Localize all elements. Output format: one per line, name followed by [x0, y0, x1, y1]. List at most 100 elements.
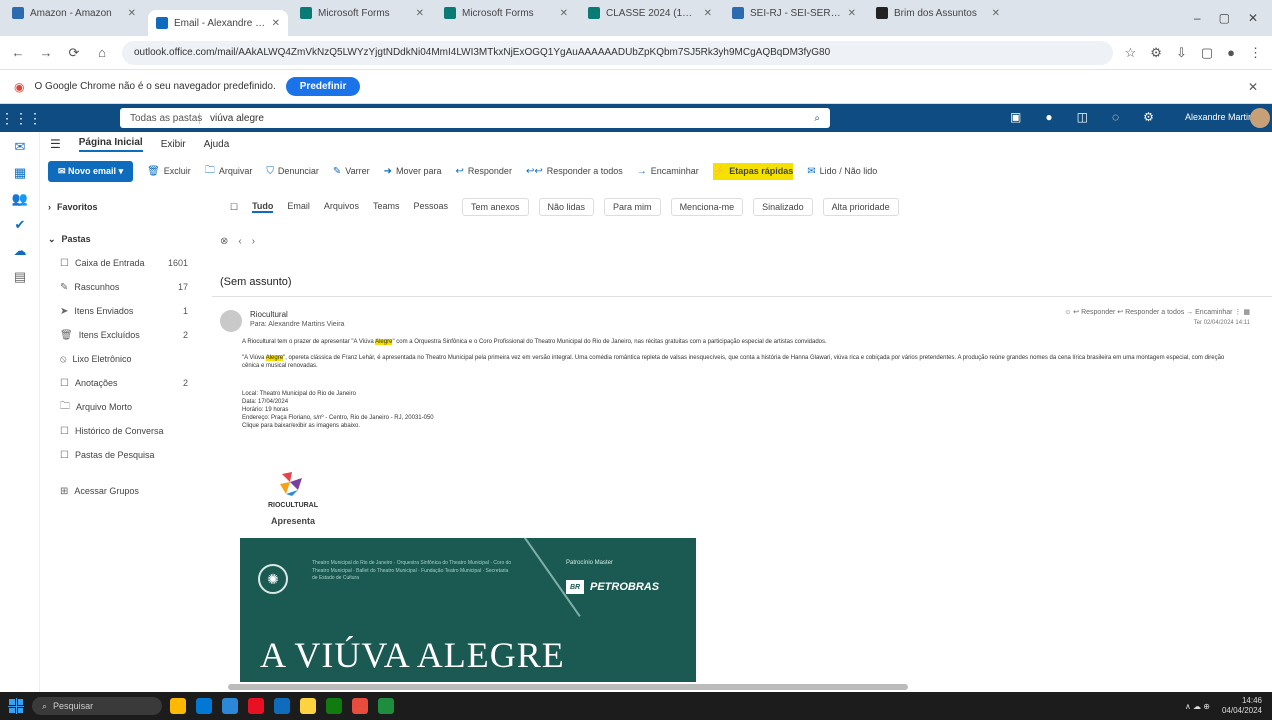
- toolbar-button[interactable]: ✉ Lido / Não lido: [807, 163, 877, 180]
- maximize-button[interactable]: ▢: [1219, 11, 1230, 25]
- close-window-button[interactable]: ✕: [1248, 11, 1258, 25]
- menu-icon[interactable]: ⋮: [1249, 45, 1262, 61]
- event-banner[interactable]: ✺ Theatro Municipal do Rio de Janeiro · …: [240, 538, 696, 682]
- todo-icon[interactable]: ✔: [0, 212, 40, 238]
- menu-hamburger-icon[interactable]: ☰: [50, 137, 61, 151]
- taskbar-search[interactable]: ⌕ Pesquisar: [32, 697, 162, 715]
- search-input[interactable]: viúva alegre: [200, 113, 814, 124]
- folder-item[interactable]: ☐ Anotações 2: [48, 371, 208, 395]
- url-field[interactable]: outlook.office.com/mail/AAkALWQ4ZmVkNzQ5…: [122, 40, 1113, 65]
- tab-close-icon[interactable]: ✕: [272, 18, 280, 29]
- new-mail-button[interactable]: ✉ Novo email ▾: [48, 160, 134, 182]
- folder-item[interactable]: ✎ Rascunhos 17: [48, 275, 208, 299]
- people-icon[interactable]: 👥: [0, 186, 40, 212]
- toolbar-button[interactable]: → Encaminhar: [637, 163, 699, 180]
- tab-close-icon[interactable]: ✕: [704, 8, 712, 19]
- notifications-icon[interactable]: ◌: [1112, 110, 1119, 124]
- clock[interactable]: 14:46 04/04/2024: [1222, 696, 1262, 715]
- taskbar-app-icon[interactable]: [352, 698, 368, 714]
- message-actions[interactable]: ☺ ↩ Responder ↩ Responder a todos → Enca…: [1064, 308, 1250, 316]
- favorites-header[interactable]: › Favoritos: [48, 195, 208, 219]
- close-search-icon[interactable]: ⊗: [220, 236, 228, 247]
- more-apps-icon[interactable]: ▤: [0, 264, 40, 290]
- taskbar-app-icon[interactable]: [248, 698, 264, 714]
- folders-header[interactable]: ⌄ Pastas: [48, 227, 208, 251]
- toolbar-button[interactable]: ⛉ Denunciar: [266, 163, 319, 180]
- taskbar-app-icon[interactable]: [222, 698, 238, 714]
- taskbar-app-icon[interactable]: [274, 698, 290, 714]
- tab-close-icon[interactable]: ✕: [848, 8, 856, 19]
- teams-icon[interactable]: ●: [1045, 110, 1052, 124]
- folder-item[interactable]: ☐ Histórico de Conversa: [48, 419, 208, 443]
- toolbar-button[interactable]: ✎ Varrer: [333, 163, 370, 180]
- folder-item[interactable]: ☐ Pastas de Pesquisa: [48, 443, 208, 467]
- browser-tab[interactable]: Microsoft Forms ✕: [436, 0, 576, 26]
- search-tab[interactable]: Email: [287, 201, 310, 213]
- toolbar-button[interactable]: ↩↩ Responder a todos: [526, 163, 623, 180]
- filter-chip[interactable]: Para mim: [604, 198, 661, 216]
- tab-home[interactable]: Página Inicial: [78, 137, 143, 152]
- search-tab[interactable]: Arquivos: [324, 201, 359, 213]
- star-icon[interactable]: ☆: [1125, 45, 1137, 61]
- toolbar-button[interactable]: ➜ Mover para: [384, 163, 442, 180]
- search-icon[interactable]: ⌕: [814, 113, 830, 124]
- folder-item[interactable]: 🗑 Itens Excluídos 2: [48, 323, 208, 347]
- tray-icons[interactable]: ∧ ☁ ⊕: [1185, 702, 1210, 711]
- select-all-checkbox[interactable]: ☐: [230, 202, 238, 213]
- mail-icon[interactable]: ✉: [0, 134, 40, 160]
- taskbar-app-icon[interactable]: [378, 698, 394, 714]
- reload-icon[interactable]: ⟳: [66, 45, 82, 61]
- next-icon[interactable]: ›: [252, 236, 255, 247]
- taskbar-app-icon[interactable]: [170, 698, 186, 714]
- search-tab[interactable]: Tudo: [252, 201, 274, 213]
- browser-tab[interactable]: SEI-RJ - SEI-SERP NOTAFISC... ✕: [724, 0, 864, 26]
- home-icon[interactable]: ⌂: [94, 45, 110, 60]
- set-default-button[interactable]: Predefinir: [285, 77, 361, 96]
- search-tab[interactable]: Pessoas: [413, 201, 448, 213]
- toolbar-button[interactable]: ↩ Responder: [456, 163, 512, 180]
- tab-help[interactable]: Ajuda: [204, 139, 230, 150]
- taskbar-app-icon[interactable]: [300, 698, 316, 714]
- folder-item[interactable]: 🗀 Arquivo Morto: [48, 395, 208, 419]
- avatar[interactable]: [1250, 108, 1270, 128]
- browser-tab[interactable]: Email - Alexandre Martins V... ✕: [148, 10, 288, 36]
- toolbar-button[interactable]: 🗑 Excluir: [147, 163, 191, 180]
- taskbar-app-icon[interactable]: [326, 698, 342, 714]
- settings-icon[interactable]: ⚙: [1143, 110, 1154, 124]
- download-icon[interactable]: ⇩: [1176, 45, 1187, 61]
- filter-chip[interactable]: Alta prioridade: [822, 198, 899, 216]
- profile-icon[interactable]: ●: [1227, 45, 1235, 61]
- forward-icon[interactable]: →: [38, 45, 54, 60]
- tab-close-icon[interactable]: ✕: [560, 8, 568, 19]
- search-tab[interactable]: Teams: [373, 201, 400, 213]
- search-box[interactable]: Todas as pastas viúva alegre ⌕: [120, 108, 830, 128]
- toolbar-button[interactable]: ⚡ Etapas rápidas: [712, 162, 794, 180]
- filter-chip[interactable]: Não lidas: [538, 198, 595, 216]
- start-button[interactable]: [8, 698, 24, 714]
- folder-item[interactable]: ☐ Caixa de Entrada 1601: [48, 251, 208, 275]
- sender-name[interactable]: Riocultural: [250, 310, 288, 319]
- filter-chip[interactable]: Menciona-me: [670, 198, 744, 216]
- browser-tab[interactable]: Microsoft Forms ✕: [292, 0, 432, 26]
- tab-close-icon[interactable]: ✕: [128, 8, 136, 19]
- taskbar-app-icon[interactable]: [196, 698, 212, 714]
- toolbar-button[interactable]: 🗀 Arquivar: [205, 163, 253, 180]
- extensions-icon[interactable]: ⚙: [1150, 45, 1162, 61]
- sidepanel-icon[interactable]: ▢: [1201, 45, 1213, 61]
- filter-chip[interactable]: Sinalizado: [753, 198, 813, 216]
- search-scope-dropdown[interactable]: Todas as pastas: [120, 112, 202, 124]
- previous-icon[interactable]: ‹: [238, 236, 241, 247]
- folder-item[interactable]: ➤ Itens Enviados 1: [48, 299, 208, 323]
- minimize-button[interactable]: –: [1194, 11, 1201, 25]
- infobar-close-icon[interactable]: ✕: [1248, 80, 1258, 94]
- tips-icon[interactable]: ◫: [1077, 110, 1088, 124]
- back-icon[interactable]: ←: [10, 45, 26, 60]
- app-launcher-icon[interactable]: ⋮⋮⋮: [0, 110, 42, 127]
- browser-tab[interactable]: Brim dos Assuntos ✕: [868, 0, 1008, 26]
- folder-item[interactable]: ⊞ Acessar Grupos: [48, 479, 208, 503]
- folder-item[interactable]: ⦸ Lixo Eletrônico: [48, 347, 208, 371]
- meet-now-icon[interactable]: ▣: [1010, 110, 1021, 124]
- browser-tab[interactable]: Amazon - Amazon ✕: [4, 0, 144, 26]
- tab-close-icon[interactable]: ✕: [992, 8, 1000, 19]
- sender-avatar[interactable]: [220, 310, 242, 332]
